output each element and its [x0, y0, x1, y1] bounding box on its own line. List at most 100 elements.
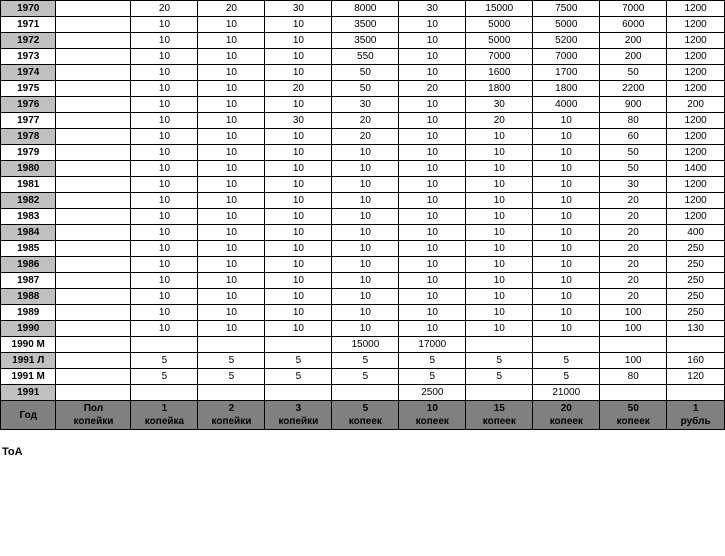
table-cell: 10 — [399, 161, 466, 177]
table-cell: 10 — [198, 145, 265, 161]
table-cell: 10 — [533, 193, 600, 209]
table-cell: 20 — [198, 1, 265, 17]
table-cell: 10 — [265, 161, 332, 177]
table-cell: 10 — [332, 273, 399, 289]
table-cell: 10 — [533, 161, 600, 177]
table-cell: 50 — [600, 145, 667, 161]
table-cell: 10 — [265, 145, 332, 161]
table-cell: 10 — [265, 17, 332, 33]
table-cell: 10 — [131, 209, 198, 225]
table-cell: 7500 — [533, 1, 600, 17]
table-cell: 5 — [198, 369, 265, 385]
table-cell: 30 — [265, 113, 332, 129]
table-cell: 10 — [131, 65, 198, 81]
table-cell: 10 — [131, 49, 198, 65]
table-cell: 10 — [332, 289, 399, 305]
table-cell: 10 — [265, 49, 332, 65]
table-cell: 10 — [198, 209, 265, 225]
table-cell: 10 — [332, 161, 399, 177]
table-cell: 10 — [198, 257, 265, 273]
table-cell: 10 — [466, 321, 533, 337]
table-cell: 1200 — [667, 81, 725, 97]
table-cell: 10 — [198, 81, 265, 97]
table-cell: 7000 — [600, 1, 667, 17]
table-cell: 550 — [332, 49, 399, 65]
main-table: 1970202030800030150007500700012001971101… — [0, 0, 725, 430]
table-cell: 80 — [600, 369, 667, 385]
table-cell: 1973 — [1, 49, 56, 65]
table-cell: 1200 — [667, 17, 725, 33]
table-cell: 1975 — [1, 81, 56, 97]
table-cell: 20 — [600, 193, 667, 209]
table-cell: 10 — [198, 17, 265, 33]
table-cell — [56, 241, 131, 257]
footer-header-cell: 50копеек — [600, 401, 667, 430]
table-cell: 4000 — [533, 97, 600, 113]
table-cell: 10 — [131, 129, 198, 145]
table-cell: 50 — [332, 65, 399, 81]
table-cell: 1984 — [1, 225, 56, 241]
table-cell — [56, 49, 131, 65]
table-cell: 1400 — [667, 161, 725, 177]
table-cell: 5000 — [533, 17, 600, 33]
table-cell: 10 — [466, 129, 533, 145]
table-cell: 250 — [667, 257, 725, 273]
table-cell: 100 — [600, 305, 667, 321]
table-cell: 5 — [265, 369, 332, 385]
table-cell: 10 — [265, 305, 332, 321]
table-cell: 30 — [399, 1, 466, 17]
table-cell: 10 — [198, 225, 265, 241]
table-cell: 10 — [332, 177, 399, 193]
table-cell: 250 — [667, 273, 725, 289]
table-cell — [56, 193, 131, 209]
table-cell: 1200 — [667, 145, 725, 161]
table-cell: 10 — [399, 129, 466, 145]
table-cell: 10 — [533, 225, 600, 241]
footer-header-cell: 3копейки — [265, 401, 332, 430]
table-cell: 1200 — [667, 113, 725, 129]
table-cell: 1987 — [1, 273, 56, 289]
table-cell: 1990 — [1, 321, 56, 337]
table-cell — [56, 161, 131, 177]
table-cell: 1700 — [533, 65, 600, 81]
table-cell — [56, 177, 131, 193]
table-cell: 120 — [667, 369, 725, 385]
table-cell — [667, 385, 725, 401]
table-cell: 1970 — [1, 1, 56, 17]
table-cell: 20 — [600, 209, 667, 225]
table-cell: 200 — [667, 97, 725, 113]
table-cell: 10 — [198, 65, 265, 81]
table-cell: 1200 — [667, 65, 725, 81]
table-cell: 1990 М — [1, 337, 56, 353]
table-cell: 10 — [198, 129, 265, 145]
table-cell: 5 — [332, 353, 399, 369]
table-cell: 10 — [131, 193, 198, 209]
table-cell: 10 — [265, 241, 332, 257]
table-cell: 10 — [198, 161, 265, 177]
table-cell: 10 — [265, 97, 332, 113]
table-cell: 5000 — [466, 33, 533, 49]
footer-header-cell: 15копеек — [466, 401, 533, 430]
footer-header-cell: Полкопейки — [56, 401, 131, 430]
table-cell: 200 — [600, 49, 667, 65]
table-cell — [265, 385, 332, 401]
table-cell: 10 — [265, 257, 332, 273]
table-cell: 10 — [265, 33, 332, 49]
table-cell: 20 — [600, 225, 667, 241]
table-cell: 10 — [198, 241, 265, 257]
table-cell: 10 — [131, 161, 198, 177]
table-cell: 1200 — [667, 49, 725, 65]
footer-header-cell: 20копеек — [533, 401, 600, 430]
table-cell — [56, 129, 131, 145]
table-cell: 10 — [466, 273, 533, 289]
table-cell: 7000 — [533, 49, 600, 65]
footer-header-cell: 10копеек — [399, 401, 466, 430]
table-cell — [131, 337, 198, 353]
table-cell — [56, 257, 131, 273]
table-cell — [198, 337, 265, 353]
table-cell — [533, 337, 600, 353]
table-cell: 10 — [533, 177, 600, 193]
footer-header-cell: 5копеек — [332, 401, 399, 430]
table-cell: 10 — [265, 177, 332, 193]
table-cell: 5 — [533, 353, 600, 369]
